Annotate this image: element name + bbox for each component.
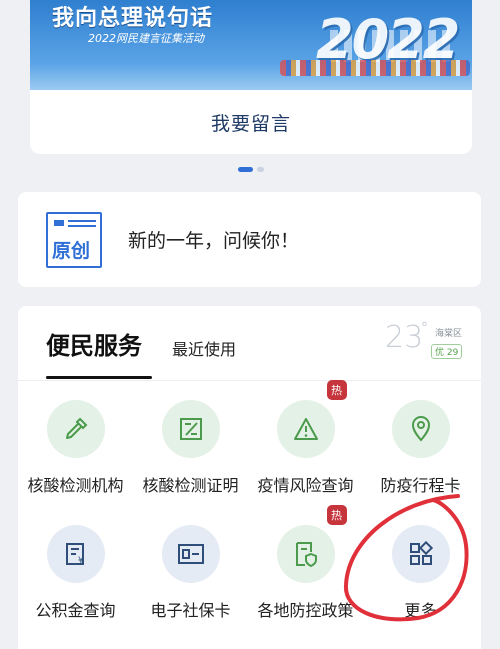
service-icon-bg xyxy=(391,525,450,583)
service-label: 更多 xyxy=(404,601,437,620)
service-housing-fund-query[interactable]: ¥ 公积金查询 xyxy=(18,525,133,621)
air-quality-badge: 优 29 xyxy=(431,344,463,359)
tab-active-indicator xyxy=(46,376,152,379)
service-nucleic-test-institution[interactable]: 核酸检测机构 xyxy=(18,400,133,496)
original-badge-icon: 原创 xyxy=(46,211,102,268)
hot-badge: 热 xyxy=(326,505,347,525)
banner-image[interactable]: 我向总理说句话 2022网民建言征集活动 2022 xyxy=(30,0,472,90)
service-icon-bg: 热 xyxy=(276,505,347,583)
tab-recent-used[interactable]: 最近使用 xyxy=(172,336,236,360)
leave-message-button[interactable]: 我要留言 xyxy=(30,90,472,154)
weather-widget[interactable]: 23 ° 海棠区 优 29 xyxy=(385,320,465,360)
grid-more-icon xyxy=(409,541,433,565)
service-label: 公积金查询 xyxy=(35,601,116,620)
shield-document-icon xyxy=(295,542,317,568)
service-nucleic-test-certificate[interactable]: 核酸检测证明 xyxy=(133,400,248,496)
pager-dot xyxy=(257,167,264,172)
service-icon-bg: 热 xyxy=(276,380,347,458)
banner-crowd-illustration xyxy=(280,60,470,76)
service-epidemic-risk-query[interactable]: 热 疫情风险查询 xyxy=(248,380,363,496)
carousel-pager xyxy=(238,167,264,172)
location-pin-icon xyxy=(411,416,430,442)
banner-subtitle: 2022网民建言征集活动 xyxy=(88,32,204,45)
service-label: 防疫行程卡 xyxy=(380,476,461,495)
divider xyxy=(18,380,481,381)
service-social-security-card[interactable]: 电子社保卡 xyxy=(133,525,248,621)
service-icon-bg xyxy=(46,400,105,458)
service-label: 核酸检测机构 xyxy=(27,476,124,495)
tab-services[interactable]: 便民服务 xyxy=(46,326,142,361)
district-label: 海棠区 xyxy=(435,329,463,339)
pager-dot-active xyxy=(238,167,253,172)
service-icon-bg xyxy=(391,400,450,458)
service-icon-bg xyxy=(161,525,220,583)
original-article-card[interactable]: 原创 新的一年，问候你！ xyxy=(18,192,481,287)
service-label: 电子社保卡 xyxy=(150,601,231,620)
temperature: 23 xyxy=(385,320,424,355)
banner-card[interactable]: 我向总理说句话 2022网民建言征集活动 2022 我要留言 xyxy=(30,0,472,154)
dropper-icon xyxy=(65,417,87,439)
warning-icon xyxy=(293,418,318,440)
service-itinerary-card[interactable]: 防疫行程卡 xyxy=(363,400,478,496)
degree-symbol: ° xyxy=(421,320,428,336)
hot-badge: 热 xyxy=(326,380,347,400)
svg-text:¥: ¥ xyxy=(78,556,84,566)
banner-title: 我向总理说句话 xyxy=(52,6,214,31)
service-icon-bg: ¥ xyxy=(46,525,105,583)
service-more[interactable]: 更多 xyxy=(363,525,478,621)
service-label: 各地防控政策 xyxy=(257,601,354,620)
service-local-prevention-policy[interactable]: 热 各地防控政策 xyxy=(248,505,363,621)
service-icon-bg xyxy=(161,400,220,458)
original-badge-label: 原创 xyxy=(52,239,91,262)
fund-document-icon: ¥ xyxy=(65,543,84,566)
service-label: 核酸检测证明 xyxy=(142,476,239,495)
id-card-icon xyxy=(177,544,204,564)
greeting-text: 新的一年，问候你！ xyxy=(128,230,300,252)
certificate-icon xyxy=(179,418,202,440)
services-card: 便民服务 最近使用 23 ° 海棠区 优 29 核酸检测机构 核酸检测证明 热 … xyxy=(18,306,481,649)
service-label: 疫情风险查询 xyxy=(257,476,354,495)
